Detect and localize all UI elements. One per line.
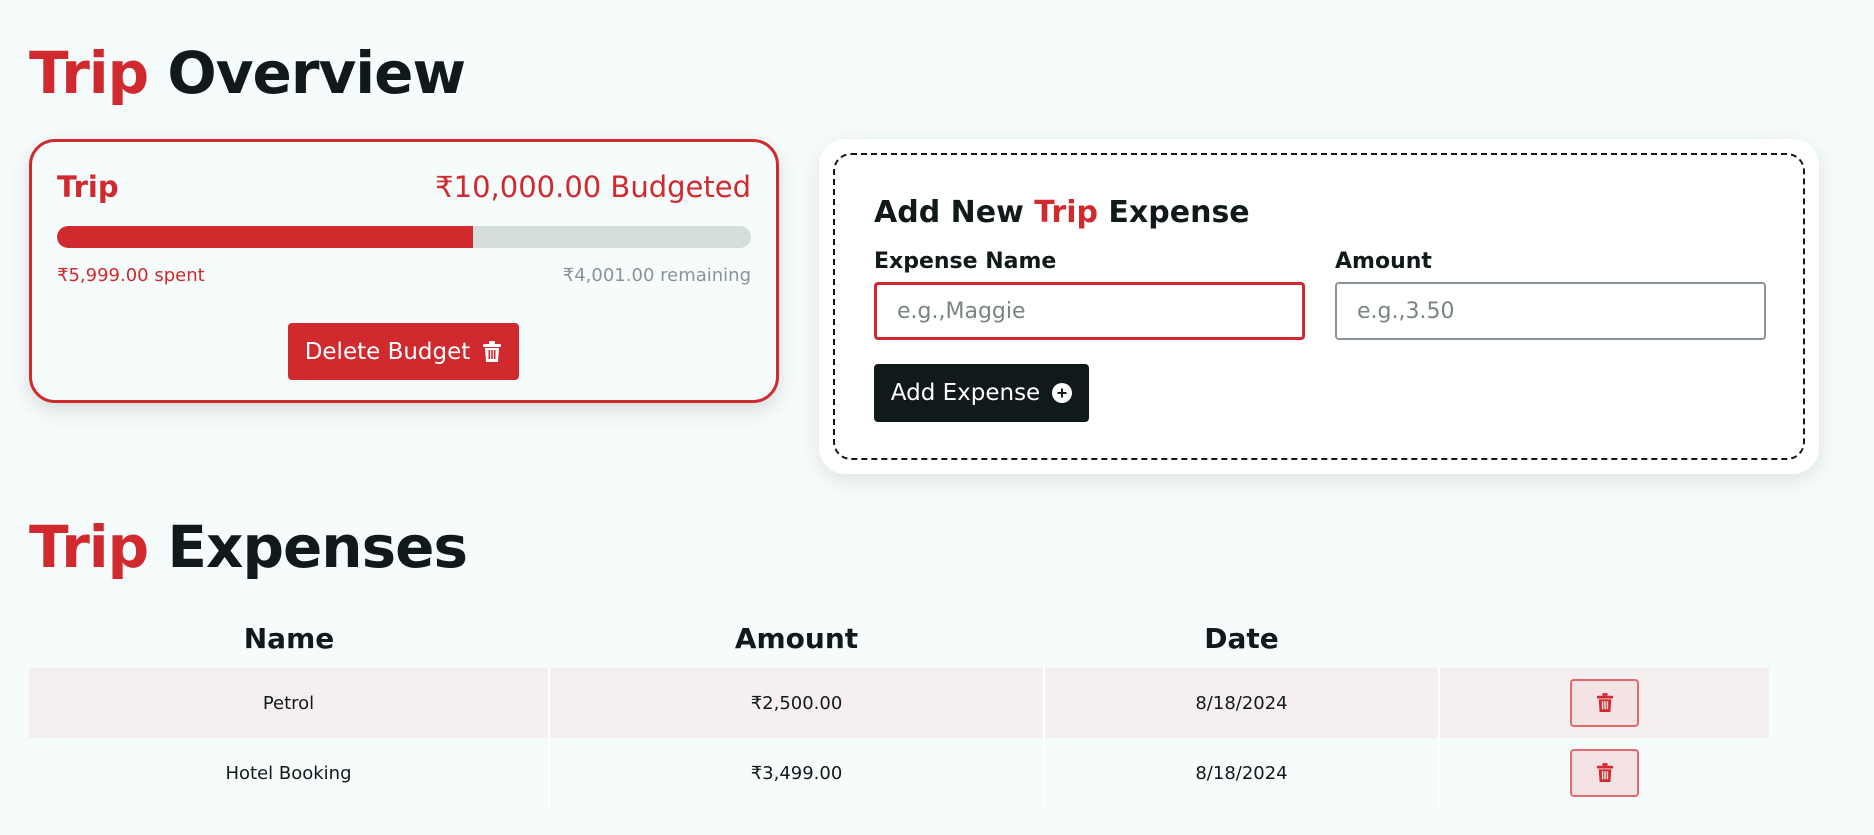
delete-expense-button[interactable] <box>1570 749 1639 797</box>
form-title-start: Add New <box>874 195 1024 230</box>
expenses-table: Name Amount Date Petrol ₹2,500.00 8/18/2… <box>29 608 1769 808</box>
amount-input[interactable] <box>1335 282 1766 340</box>
add-expense-button[interactable]: Add Expense <box>874 364 1089 422</box>
budget-name: Trip <box>57 170 119 204</box>
overview-heading: Trip Overview <box>29 44 466 102</box>
budget-summary: ₹5,999.00 spent ₹4,001.00 remaining <box>57 265 751 286</box>
overview-heading-text: Overview <box>167 39 466 107</box>
add-expense-form: Add New Trip Expense Expense Name Amount… <box>833 153 1805 460</box>
column-header-actions <box>1439 608 1769 668</box>
budget-card: Trip ₹10,000.00 Budgeted ₹5,999.00 spent… <box>29 139 779 403</box>
column-header-name: Name <box>243 621 335 655</box>
expense-name-input[interactable] <box>874 282 1305 340</box>
trash-icon <box>482 340 502 363</box>
plus-circle-icon <box>1052 383 1073 403</box>
expense-actions-cell <box>1439 738 1769 808</box>
budget-progress-fill <box>57 226 474 248</box>
expense-date-cell: 8/18/2024 <box>1044 668 1440 738</box>
delete-budget-label: Delete Budget <box>304 338 471 365</box>
expense-actions-cell <box>1439 668 1769 738</box>
expense-date-cell: 8/18/2024 <box>1044 738 1440 808</box>
table-header-row: Name Amount Date <box>29 608 1769 668</box>
expenses-heading-text: Expenses <box>167 513 468 581</box>
table-row: Hotel Booking ₹3,499.00 8/18/2024 <box>29 738 1769 808</box>
budget-progress-bar <box>57 226 751 248</box>
column-header-date: Date <box>1204 621 1279 655</box>
form-title-end: Expense <box>1108 195 1250 230</box>
column-header-amount: Amount <box>734 621 859 655</box>
expense-amount-cell: ₹3,499.00 <box>549 738 1045 808</box>
delete-budget-button[interactable]: Delete Budget <box>288 323 519 380</box>
table-row: Petrol ₹2,500.00 8/18/2024 <box>29 668 1769 738</box>
budget-spent: ₹5,999.00 spent <box>57 265 205 286</box>
expense-amount-cell: ₹2,500.00 <box>549 668 1045 738</box>
overview-heading-accent: Trip <box>29 39 149 107</box>
delete-expense-button[interactable] <box>1570 679 1639 727</box>
add-expense-label: Add Expense <box>890 380 1041 406</box>
expense-name-cell: Petrol <box>29 668 550 738</box>
trash-icon <box>1596 693 1614 713</box>
form-title: Add New Trip Expense <box>874 195 1250 230</box>
budget-amount: ₹10,000.00 Budgeted <box>435 170 751 204</box>
expenses-heading-accent: Trip <box>29 513 149 581</box>
trash-icon <box>1596 763 1614 783</box>
budget-header: Trip ₹10,000.00 Budgeted <box>57 170 751 204</box>
budget-remaining: ₹4,001.00 remaining <box>562 265 751 286</box>
expense-name-label: Expense Name <box>874 249 1057 274</box>
amount-label: Amount <box>1335 249 1432 274</box>
add-expense-card: Add New Trip Expense Expense Name Amount… <box>819 139 1819 474</box>
expenses-heading: Trip Expenses <box>29 518 468 576</box>
form-title-accent: Trip <box>1034 195 1098 230</box>
expense-name-cell: Hotel Booking <box>29 738 550 808</box>
